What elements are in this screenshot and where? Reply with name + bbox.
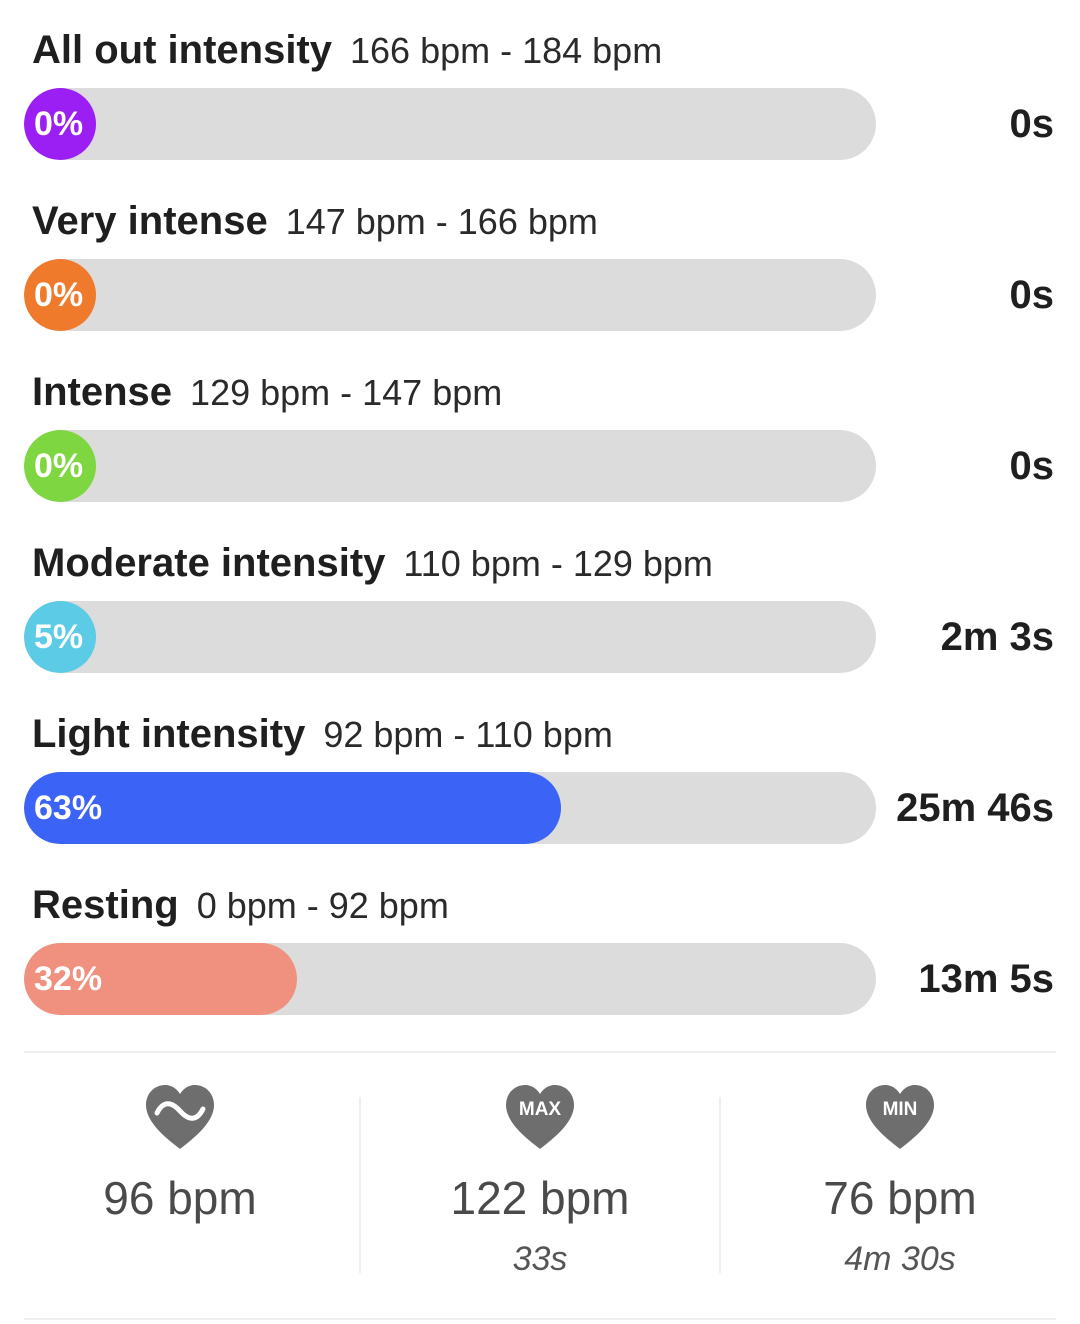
zone-header: Resting 0 bpm - 92 bpm — [32, 885, 449, 925]
stat-value: 76 bpm — [823, 1172, 977, 1224]
heart-max-icon: MAX — [506, 1085, 574, 1149]
heart-min-icon: MIN — [866, 1085, 934, 1149]
zone-duration: 2m 3s — [940, 615, 1054, 659]
zone-duration: 0s — [1009, 102, 1055, 146]
zone-percent: 0% — [34, 105, 84, 143]
heart-min-icon-label: MIN — [883, 1099, 918, 1120]
zone-header: Intense 129 bpm - 147 bpm — [32, 372, 502, 412]
zone-name: All out intensity — [32, 28, 332, 72]
section-divider — [24, 1318, 1056, 1320]
zone-percent: 32% — [34, 960, 103, 998]
zone-range: 0 bpm - 92 bpm — [196, 885, 449, 926]
zone-percent: 0% — [34, 447, 84, 485]
stat-max: MAX 122 bpm 33s — [360, 1053, 720, 1318]
zone-name: Light intensity — [32, 712, 306, 756]
stat-duration: 33s — [512, 1240, 568, 1278]
zone-name: Moderate intensity — [32, 541, 386, 585]
stat-duration: 4m 30s — [844, 1240, 956, 1278]
zone-progress-track: 63% — [24, 772, 876, 844]
zone-moderate: Moderate intensity 110 bpm - 129 bpm 5% 2… — [0, 513, 1080, 684]
zone-percent: 5% — [34, 618, 84, 656]
zone-percent: 0% — [34, 276, 84, 314]
zone-duration: 0s — [1009, 273, 1055, 317]
zone-duration: 13m 5s — [918, 957, 1054, 1001]
zone-header: Light intensity 92 bpm - 110 bpm — [32, 714, 613, 754]
zone-progress-track: 0% — [24, 259, 876, 331]
zone-range: 166 bpm - 184 bpm — [350, 30, 663, 71]
zone-range: 129 bpm - 147 bpm — [190, 372, 503, 413]
zone-range: 92 bpm - 110 bpm — [323, 714, 613, 755]
stat-average: 96 bpm — [0, 1053, 360, 1318]
zone-header: Moderate intensity 110 bpm - 129 bpm — [32, 543, 713, 583]
zone-duration: 25m 46s — [896, 786, 1054, 830]
zone-progress-track: 0% — [24, 430, 876, 502]
zone-name: Resting — [32, 883, 179, 927]
heart-rate-summary: 96 bpm MAX 122 bpm 33s MIN 76 bpm 4m 30s — [0, 1053, 1080, 1318]
zone-range: 147 bpm - 166 bpm — [285, 201, 598, 242]
zone-progress-track: 32% — [24, 943, 876, 1015]
zone-header: Very intense 147 bpm - 166 bpm — [32, 201, 598, 241]
heart-max-icon-label: MAX — [519, 1099, 562, 1120]
zone-intense: Intense 129 bpm - 147 bpm 0% 0s — [0, 342, 1080, 513]
heart-average-icon — [146, 1085, 214, 1149]
zone-progress-fill — [24, 772, 561, 844]
zone-light: Light intensity 92 bpm - 110 bpm 63% 25m … — [0, 684, 1080, 855]
zone-duration: 0s — [1009, 444, 1055, 488]
zone-progress-track: 5% — [24, 601, 876, 673]
zone-percent: 63% — [34, 789, 103, 827]
stat-value: 122 bpm — [450, 1172, 630, 1224]
zone-header: All out intensity 166 bpm - 184 bpm — [32, 30, 662, 70]
zone-name: Intense — [32, 370, 173, 414]
zone-progress-track: 0% — [24, 88, 876, 160]
stat-value: 96 bpm — [103, 1172, 257, 1224]
zone-very-intense: Very intense 147 bpm - 166 bpm 0% 0s — [0, 171, 1080, 342]
zone-name: Very intense — [32, 199, 268, 243]
zone-all-out: All out intensity 166 bpm - 184 bpm 0% 0s — [0, 0, 1080, 171]
zone-range: 110 bpm - 129 bpm — [403, 543, 713, 584]
stat-min: MIN 76 bpm 4m 30s — [720, 1053, 1080, 1318]
zone-resting: Resting 0 bpm - 92 bpm 32% 13m 5s — [0, 855, 1080, 1026]
